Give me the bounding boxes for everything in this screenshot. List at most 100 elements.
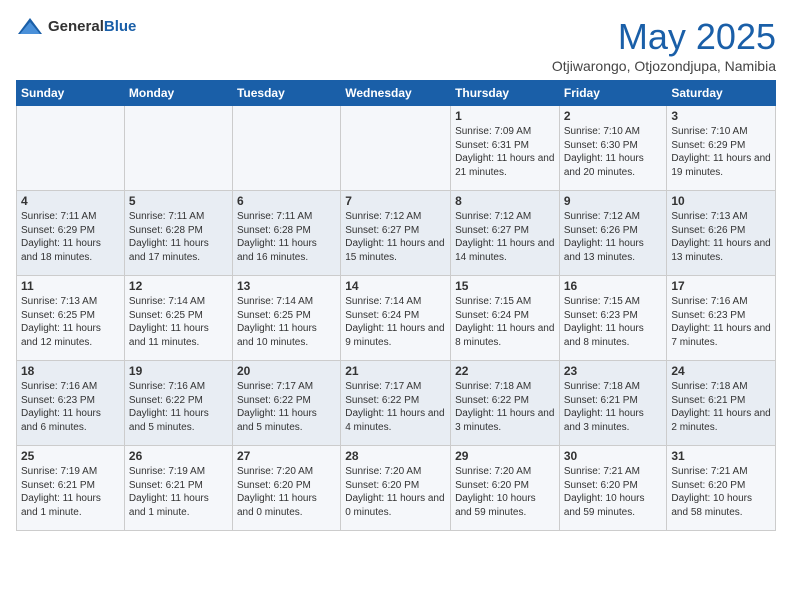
day-info: Sunrise: 7:20 AM Sunset: 6:20 PM Dayligh… (345, 465, 446, 519)
calendar-cell: 14 Sunrise: 7:14 AM Sunset: 6:24 PM Dayli… (341, 276, 451, 361)
day-number: 14 (345, 279, 446, 293)
weekday-header-wednesday: Wednesday (341, 81, 451, 106)
day-number: 22 (455, 364, 555, 378)
day-number: 4 (21, 194, 120, 208)
day-info: Sunrise: 7:14 AM Sunset: 6:24 PM Dayligh… (345, 295, 446, 349)
day-number: 18 (21, 364, 120, 378)
calendar-cell: 11 Sunrise: 7:13 AM Sunset: 6:25 PM Dayli… (17, 276, 125, 361)
day-number: 11 (21, 279, 120, 293)
day-info: Sunrise: 7:15 AM Sunset: 6:24 PM Dayligh… (455, 295, 555, 349)
calendar-cell: 10 Sunrise: 7:13 AM Sunset: 6:26 PM Dayli… (667, 191, 776, 276)
day-info: Sunrise: 7:14 AM Sunset: 6:25 PM Dayligh… (237, 295, 336, 349)
day-number: 16 (564, 279, 663, 293)
day-info: Sunrise: 7:10 AM Sunset: 6:29 PM Dayligh… (671, 125, 771, 179)
logo-icon (16, 16, 44, 38)
day-info: Sunrise: 7:11 AM Sunset: 6:28 PM Dayligh… (129, 210, 228, 264)
day-info: Sunrise: 7:13 AM Sunset: 6:25 PM Dayligh… (21, 295, 120, 349)
calendar-cell: 26 Sunrise: 7:19 AM Sunset: 6:21 PM Dayli… (124, 446, 232, 531)
calendar-cell: 20Sunrise: 7:17 AM Sunset: 6:22 PM Dayli… (232, 361, 340, 446)
calendar-cell: 13 Sunrise: 7:14 AM Sunset: 6:25 PM Dayli… (232, 276, 340, 361)
day-info: Sunrise: 7:12 AM Sunset: 6:27 PM Dayligh… (455, 210, 555, 264)
day-info: Sunrise: 7:21 AM Sunset: 6:20 PM Dayligh… (671, 465, 771, 519)
calendar-cell: 4 Sunrise: 7:11 AM Sunset: 6:29 PM Daylig… (17, 191, 125, 276)
calendar-cell (232, 106, 340, 191)
day-number: 15 (455, 279, 555, 293)
calendar-header: SundayMondayTuesdayWednesdayThursdayFrid… (17, 81, 776, 106)
day-info: Sunrise: 7:18 AM Sunset: 6:21 PM Dayligh… (671, 380, 771, 434)
day-number: 31 (671, 449, 771, 463)
title-area: May 2025 Otjiwarongo, Otjozondjupa, Nami… (552, 16, 776, 74)
logo: GeneralBlue (16, 16, 136, 38)
day-number: 10 (671, 194, 771, 208)
calendar-cell: 1 Sunrise: 7:09 AM Sunset: 6:31 PM Daylig… (451, 106, 560, 191)
day-number: 30 (564, 449, 663, 463)
location: Otjiwarongo, Otjozondjupa, Namibia (552, 58, 776, 74)
calendar-week-row: 25 Sunrise: 7:19 AM Sunset: 6:21 PM Dayli… (17, 446, 776, 531)
calendar-cell: 30 Sunrise: 7:21 AM Sunset: 6:20 PM Dayli… (559, 446, 667, 531)
day-number: 6 (237, 194, 336, 208)
calendar-week-row: 4 Sunrise: 7:11 AM Sunset: 6:29 PM Daylig… (17, 191, 776, 276)
day-number: 19 (129, 364, 228, 378)
day-info: Sunrise: 7:12 AM Sunset: 6:27 PM Dayligh… (345, 210, 446, 264)
day-info: Sunrise: 7:19 AM Sunset: 6:21 PM Dayligh… (129, 465, 228, 519)
day-number: 21 (345, 364, 446, 378)
month-title: May 2025 (552, 16, 776, 58)
day-info: Sunrise: 7:17 AM Sunset: 6:22 PM Dayligh… (237, 380, 336, 434)
calendar-cell: 21 Sunrise: 7:17 AM Sunset: 6:22 PM Dayli… (341, 361, 451, 446)
day-info: Sunrise: 7:19 AM Sunset: 6:21 PM Dayligh… (21, 465, 120, 519)
day-number: 29 (455, 449, 555, 463)
calendar-cell: 31 Sunrise: 7:21 AM Sunset: 6:20 PM Dayli… (667, 446, 776, 531)
weekday-header-friday: Friday (559, 81, 667, 106)
day-number: 1 (455, 109, 555, 123)
day-info: Sunrise: 7:20 AM Sunset: 6:20 PM Dayligh… (237, 465, 336, 519)
day-number: 26 (129, 449, 228, 463)
day-number: 7 (345, 194, 446, 208)
day-number: 25 (21, 449, 120, 463)
day-info: Sunrise: 7:15 AM Sunset: 6:23 PM Dayligh… (564, 295, 663, 349)
day-info: Sunrise: 7:18 AM Sunset: 6:21 PM Dayligh… (564, 380, 663, 434)
calendar-cell: 2 Sunrise: 7:10 AM Sunset: 6:30 PM Daylig… (559, 106, 667, 191)
day-number: 5 (129, 194, 228, 208)
page-header: GeneralBlue May 2025 Otjiwarongo, Otjozo… (16, 16, 776, 74)
day-info: Sunrise: 7:21 AM Sunset: 6:20 PM Dayligh… (564, 465, 663, 519)
calendar-cell: 6Sunrise: 7:11 AM Sunset: 6:28 PM Daylig… (232, 191, 340, 276)
day-info: Sunrise: 7:17 AM Sunset: 6:22 PM Dayligh… (345, 380, 446, 434)
day-number: 2 (564, 109, 663, 123)
day-number: 27 (237, 449, 336, 463)
calendar-cell: 25 Sunrise: 7:19 AM Sunset: 6:21 PM Dayli… (17, 446, 125, 531)
day-info: Sunrise: 7:11 AM Sunset: 6:29 PM Dayligh… (21, 210, 120, 264)
calendar-week-row: 1 Sunrise: 7:09 AM Sunset: 6:31 PM Daylig… (17, 106, 776, 191)
day-info: Sunrise: 7:13 AM Sunset: 6:26 PM Dayligh… (671, 210, 771, 264)
calendar-cell: 24 Sunrise: 7:18 AM Sunset: 6:21 PM Dayli… (667, 361, 776, 446)
calendar-cell: 12Sunrise: 7:14 AM Sunset: 6:25 PM Dayli… (124, 276, 232, 361)
day-number: 23 (564, 364, 663, 378)
day-info: Sunrise: 7:09 AM Sunset: 6:31 PM Dayligh… (455, 125, 555, 179)
day-info: Sunrise: 7:10 AM Sunset: 6:30 PM Dayligh… (564, 125, 663, 179)
calendar-cell: 3 Sunrise: 7:10 AM Sunset: 6:29 PM Daylig… (667, 106, 776, 191)
calendar-cell: 19 Sunrise: 7:16 AM Sunset: 6:22 PM Dayli… (124, 361, 232, 446)
calendar-cell: 18Sunrise: 7:16 AM Sunset: 6:23 PM Dayli… (17, 361, 125, 446)
day-number: 28 (345, 449, 446, 463)
day-info: Sunrise: 7:12 AM Sunset: 6:26 PM Dayligh… (564, 210, 663, 264)
weekday-header-monday: Monday (124, 81, 232, 106)
day-info: Sunrise: 7:18 AM Sunset: 6:22 PM Dayligh… (455, 380, 555, 434)
calendar-cell: 16 Sunrise: 7:15 AM Sunset: 6:23 PM Dayli… (559, 276, 667, 361)
weekday-header-sunday: Sunday (17, 81, 125, 106)
calendar-cell (17, 106, 125, 191)
calendar-cell: 17Sunrise: 7:16 AM Sunset: 6:23 PM Dayli… (667, 276, 776, 361)
calendar-cell: 28 Sunrise: 7:20 AM Sunset: 6:20 PM Dayli… (341, 446, 451, 531)
calendar-cell: 15 Sunrise: 7:15 AM Sunset: 6:24 PM Dayli… (451, 276, 560, 361)
day-number: 24 (671, 364, 771, 378)
day-info: Sunrise: 7:16 AM Sunset: 6:22 PM Dayligh… (129, 380, 228, 434)
calendar-cell: 29 Sunrise: 7:20 AM Sunset: 6:20 PM Dayli… (451, 446, 560, 531)
day-number: 13 (237, 279, 336, 293)
weekday-header-thursday: Thursday (451, 81, 560, 106)
calendar-cell (341, 106, 451, 191)
day-number: 3 (671, 109, 771, 123)
calendar-cell: 9Sunrise: 7:12 AM Sunset: 6:26 PM Daylig… (559, 191, 667, 276)
day-info: Sunrise: 7:20 AM Sunset: 6:20 PM Dayligh… (455, 465, 555, 519)
calendar-cell: 27 Sunrise: 7:20 AM Sunset: 6:20 PM Dayli… (232, 446, 340, 531)
calendar-cell (124, 106, 232, 191)
calendar-table: SundayMondayTuesdayWednesdayThursdayFrid… (16, 80, 776, 531)
calendar-cell: 23 Sunrise: 7:18 AM Sunset: 6:21 PM Dayli… (559, 361, 667, 446)
